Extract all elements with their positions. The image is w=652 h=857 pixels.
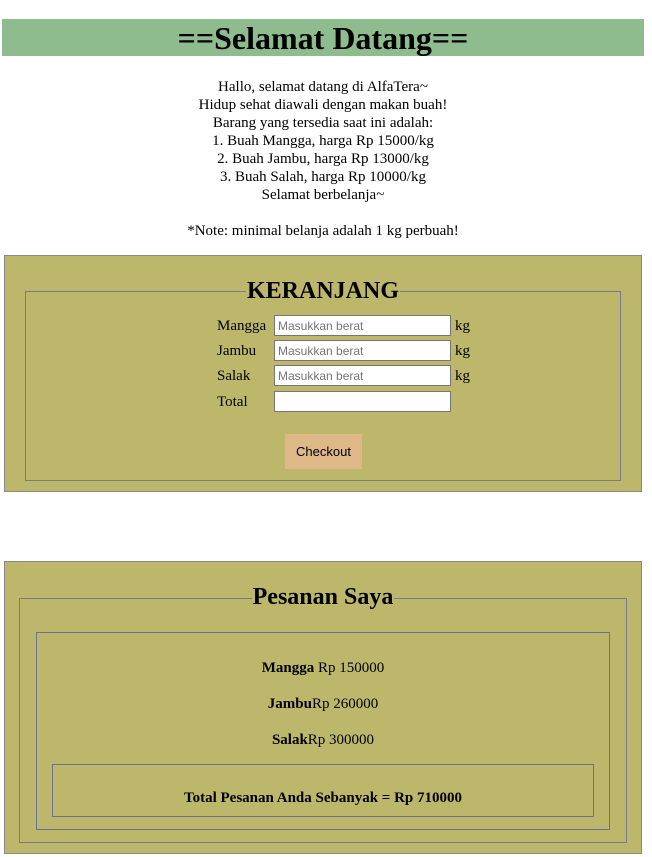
order-item-name: Jambu bbox=[267, 696, 312, 712]
minimum-note: *Note: minimal belanja adalah 1 kg perbu… bbox=[187, 223, 459, 239]
intro-line: Hallo, selamat datang di AlfaTera~ bbox=[218, 79, 428, 95]
intro-line: Hidup sehat diawali dengan makan buah! bbox=[198, 97, 448, 113]
intro-line: Selamat berbelanja~ bbox=[261, 187, 385, 203]
order-item-jambu: JambuRp 260000 bbox=[5, 695, 641, 713]
cart-form: KERANJANG Mangga kg Jambu kg Salak kg To… bbox=[4, 255, 642, 492]
order-item-name: Mangga bbox=[261, 660, 315, 676]
orders-title: Pesanan Saya bbox=[251, 584, 395, 610]
checkout-button[interactable]: Checkout bbox=[285, 434, 362, 469]
intro-line: 1. Buah Mangga, harga Rp 15000/kg bbox=[212, 133, 434, 149]
order-item-mangga: Mangga Rp 150000 bbox=[5, 659, 641, 677]
salak-unit: kg bbox=[455, 368, 470, 384]
mangga-unit: kg bbox=[455, 318, 470, 334]
jambu-label: Jambu bbox=[217, 343, 257, 359]
intro-line: 3. Buah Salah, harga Rp 10000/kg bbox=[220, 169, 426, 185]
order-item-price: Rp 300000 bbox=[307, 732, 375, 748]
salak-weight-input[interactable] bbox=[274, 365, 451, 386]
intro-line: 2. Buah Jambu, harga Rp 13000/kg bbox=[217, 151, 429, 167]
cart-legend: KERANJANG bbox=[26, 277, 620, 305]
mangga-weight-input[interactable] bbox=[274, 315, 451, 336]
cart-title: KERANJANG bbox=[245, 278, 400, 304]
salak-label: Salak bbox=[217, 368, 251, 384]
total-input[interactable] bbox=[274, 391, 451, 412]
jambu-weight-input[interactable] bbox=[274, 340, 451, 361]
page-title: ==Selamat Datang== bbox=[177, 20, 469, 56]
orders-legend: Pesanan Saya bbox=[20, 583, 626, 611]
order-total-text: Total Pesanan Anda Sebanyak = Rp 710000 bbox=[183, 790, 463, 806]
order-item-price: Rp 150000 bbox=[317, 660, 385, 676]
intro-line: Barang yang tersedia saat ini adalah: bbox=[212, 115, 434, 131]
mangga-label: Mangga bbox=[217, 318, 267, 334]
total-label: Total bbox=[217, 394, 248, 410]
welcome-header: ==Selamat Datang== bbox=[2, 19, 644, 56]
order-item-price: Rp 260000 bbox=[311, 696, 379, 712]
jambu-unit: kg bbox=[455, 343, 470, 359]
order-item-salak: SalakRp 300000 bbox=[5, 731, 641, 749]
order-item-name: Salak bbox=[271, 732, 308, 748]
orders-panel: Pesanan Saya Mangga Rp 150000 JambuRp 26… bbox=[4, 561, 642, 854]
intro-text: Hallo, selamat datang di AlfaTera~ Hidup… bbox=[0, 78, 646, 240]
